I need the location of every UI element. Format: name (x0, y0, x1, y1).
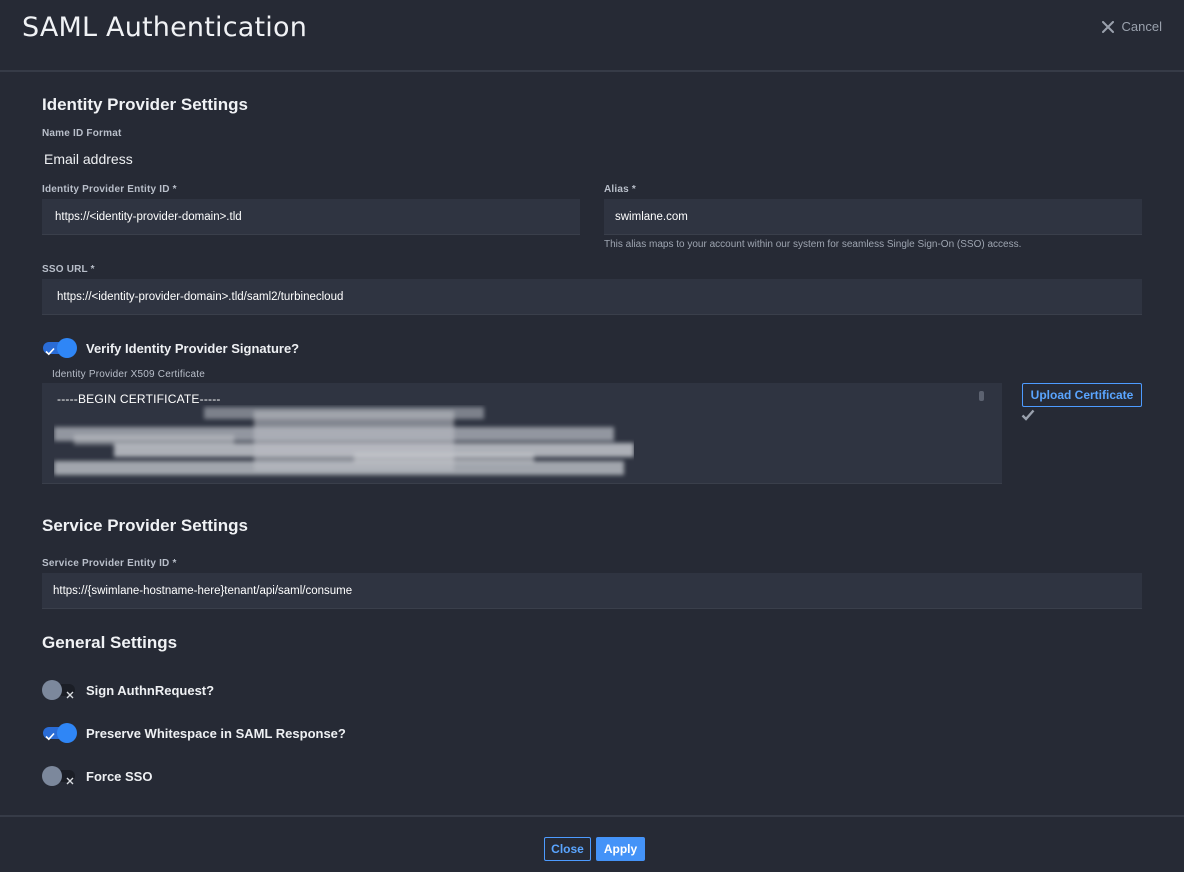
toggle-knob (42, 680, 62, 700)
checkmark-icon (1021, 408, 1035, 426)
preserve-whitespace-label: Preserve Whitespace in SAML Response? (86, 725, 346, 741)
close-icon (1101, 20, 1114, 33)
alias-label: Alias * (604, 184, 636, 195)
check-icon (45, 728, 55, 746)
alias-input[interactable]: swimlane.com (604, 199, 1142, 235)
toggle-knob (57, 338, 77, 358)
check-icon (45, 343, 55, 361)
sp-entity-id-input[interactable]: https://{swimlane-hostname-here}tenant/a… (42, 573, 1142, 609)
force-sso-row: Force SSO (42, 765, 152, 787)
sign-authn-label: Sign AuthnRequest? (86, 682, 215, 698)
x-icon (66, 686, 74, 704)
name-id-format-label: Name ID Format (42, 128, 122, 139)
alias-helper-text: This alias maps to your account within o… (604, 239, 1022, 250)
idp-entity-id-label: Identity Provider Entity ID * (42, 184, 177, 195)
certificate-label: Identity Provider X509 Certificate (52, 369, 205, 380)
force-sso-toggle[interactable] (42, 765, 78, 787)
cancel-label: Cancel (1121, 19, 1162, 34)
modal-header: SAML Authentication Cancel (0, 0, 1184, 72)
certificate-textarea[interactable]: -----BEGIN CERTIFICATE----- (42, 383, 1002, 484)
sign-authn-row: Sign AuthnRequest? (42, 679, 214, 701)
idp-entity-id-input[interactable]: https://<identity-provider-domain>.tld (42, 199, 580, 235)
close-button[interactable]: Close (544, 837, 591, 861)
toggle-knob (42, 766, 62, 786)
page-title: SAML Authentication (22, 12, 308, 43)
preserve-whitespace-row: Preserve Whitespace in SAML Response? (42, 722, 346, 744)
redacted-certificate-content (54, 407, 634, 475)
verify-signature-label: Verify Identity Provider Signature? (86, 340, 300, 356)
verify-signature-row: Verify Identity Provider Signature? (42, 337, 299, 359)
certificate-first-line: -----BEGIN CERTIFICATE----- (57, 392, 221, 406)
force-sso-label: Force SSO (86, 768, 153, 784)
cancel-button[interactable]: Cancel (1101, 19, 1162, 34)
general-section-title: General Settings (42, 633, 178, 652)
sp-entity-id-label: Service Provider Entity ID * (42, 558, 177, 569)
sign-authn-toggle[interactable] (42, 679, 78, 701)
upload-certificate-button[interactable]: Upload Certificate (1022, 383, 1142, 407)
verify-signature-toggle[interactable] (42, 337, 78, 359)
textarea-scrollbar[interactable] (979, 391, 984, 401)
apply-button[interactable]: Apply (596, 837, 645, 861)
service-provider-section-title: Service Provider Settings (42, 516, 248, 535)
identity-provider-section-title: Identity Provider Settings (42, 95, 248, 114)
name-id-format-value: Email address (44, 151, 133, 167)
preserve-whitespace-toggle[interactable] (42, 722, 78, 744)
x-icon (66, 772, 74, 790)
sso-url-label: SSO URL * (42, 264, 95, 275)
sso-url-input[interactable]: https://<identity-provider-domain>.tld/s… (42, 279, 1142, 315)
toggle-knob (57, 723, 77, 743)
footer-divider (0, 815, 1184, 817)
